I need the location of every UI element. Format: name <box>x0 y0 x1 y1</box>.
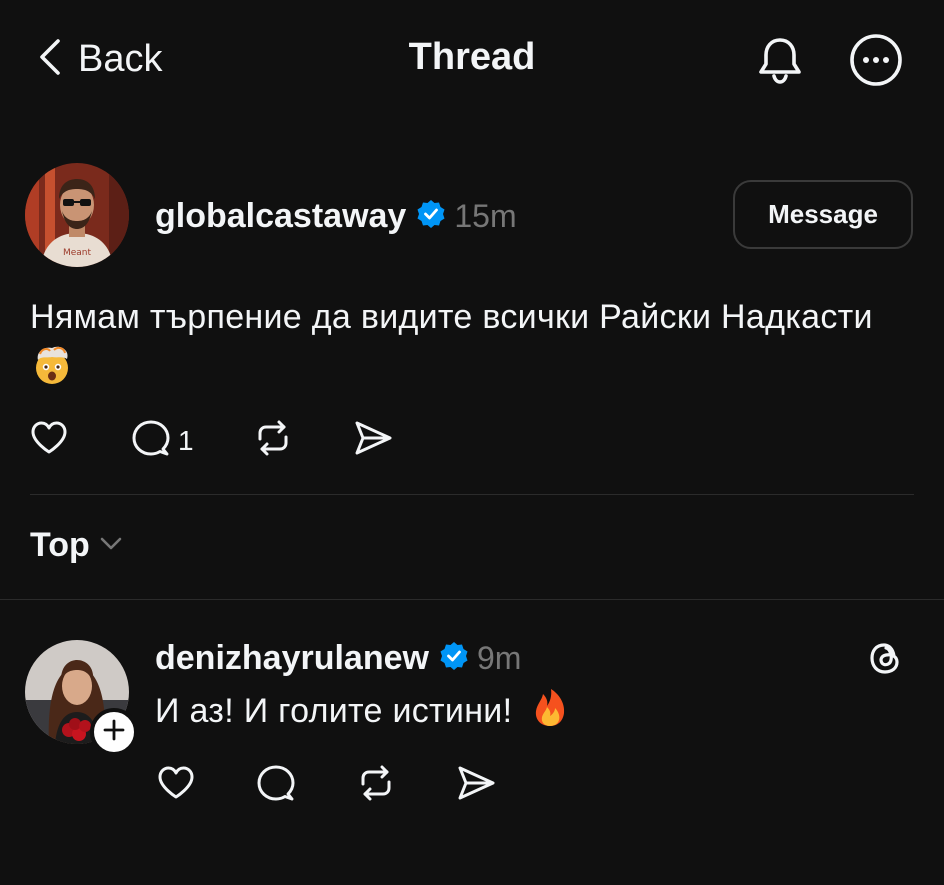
bell-icon[interactable] <box>752 32 808 88</box>
post-actions: 1 <box>28 417 394 464</box>
verified-icon <box>406 199 446 234</box>
divider <box>0 599 944 600</box>
repost-icon <box>355 762 397 809</box>
reply-username[interactable]: denizhayrulanew <box>155 639 429 678</box>
share-button[interactable] <box>352 417 394 464</box>
heart-icon <box>155 762 197 809</box>
message-button[interactable]: Message <box>733 180 913 249</box>
follow-button[interactable] <box>90 708 138 756</box>
reply-body: И аз! И голите истини! <box>155 686 572 736</box>
reply-repost-button[interactable] <box>355 762 397 809</box>
top-bar: Back Thread <box>0 0 944 120</box>
avatar[interactable]: Meant <box>25 163 129 267</box>
share-icon <box>455 762 497 809</box>
reply-count: 1 <box>178 424 194 456</box>
threads-logo-icon[interactable] <box>864 636 908 680</box>
sort-dropdown[interactable]: Top <box>30 526 124 565</box>
post-timestamp: 15m <box>454 197 517 234</box>
like-button[interactable] <box>28 417 70 464</box>
fire-emoji-icon <box>528 686 572 730</box>
comment-button[interactable]: 1 <box>130 417 194 464</box>
post-header: globalcastaway 15m <box>155 192 517 240</box>
reply-like-button[interactable] <box>155 762 197 809</box>
reply-share-button[interactable] <box>455 762 497 809</box>
heart-icon <box>28 417 70 464</box>
post-text: Нямам търпение да видите всички Райски Н… <box>30 298 873 336</box>
reply-actions <box>155 762 497 809</box>
plus-icon <box>101 717 127 748</box>
exploding-head-emoji-icon <box>30 342 74 386</box>
comment-icon <box>255 762 297 809</box>
repost-icon <box>252 417 294 464</box>
chevron-down-icon <box>90 530 124 561</box>
verified-icon <box>429 641 469 676</box>
share-icon <box>352 417 394 464</box>
post-username[interactable]: globalcastaway <box>155 197 406 236</box>
reply-timestamp: 9m <box>476 639 522 676</box>
reply-text: И аз! И голите истини! <box>155 692 513 730</box>
sort-label: Top <box>30 526 90 564</box>
reply-header: denizhayrulanew 9m <box>155 634 521 682</box>
reply-comment-button[interactable] <box>255 762 297 809</box>
repost-button[interactable] <box>252 417 294 464</box>
post-body: Нямам търпение да видите всички Райски Н… <box>30 292 910 392</box>
more-options-icon[interactable] <box>848 32 904 88</box>
comment-icon <box>130 417 172 464</box>
svg-text:Meant: Meant <box>63 248 92 258</box>
divider <box>30 494 914 495</box>
